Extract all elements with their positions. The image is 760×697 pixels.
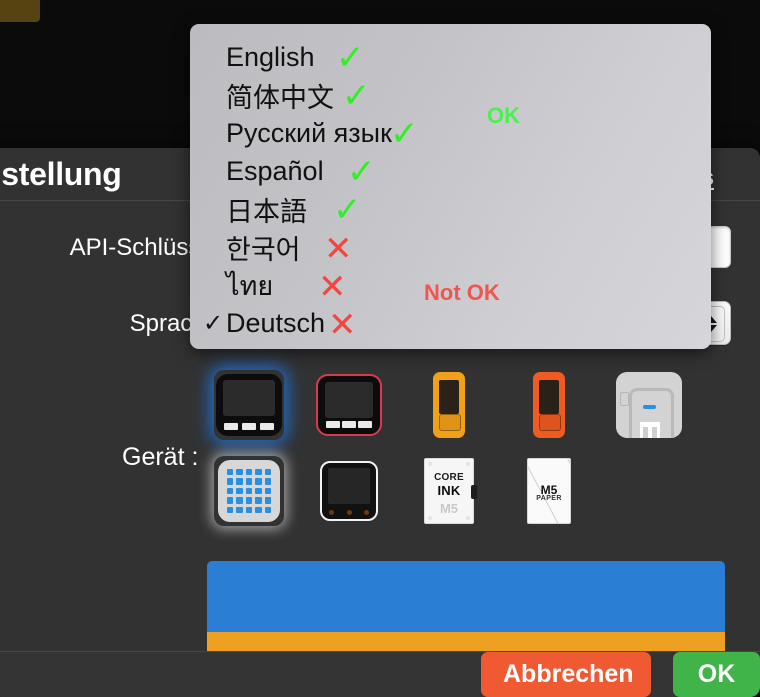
m5-core-red-icon: [316, 374, 382, 436]
annotation-ok-text: OK: [487, 103, 520, 128]
dropdown-item-label: Español: [226, 155, 324, 186]
preview-bar-orange: [207, 632, 725, 652]
dropdown-item-label: English: [226, 41, 315, 72]
dropdown-item-label: 한국어: [226, 234, 301, 265]
core-ink-caption-bottom: M5: [439, 501, 459, 516]
m5-core-icon: [216, 374, 282, 436]
button-strip-icon: [224, 423, 274, 430]
selected-check-icon: ✓: [202, 309, 224, 337]
device-m5-station[interactable]: [614, 370, 684, 440]
button-dots-icon: [329, 510, 369, 515]
page-title: nstellung: [0, 156, 122, 192]
dropdown-item-thai[interactable]: ไทย: [200, 266, 273, 304]
screen-icon: [325, 382, 373, 418]
button-icon: [539, 414, 561, 431]
annotation-cross-icon: ✕: [318, 268, 347, 306]
device-m5-core-red[interactable]: [314, 370, 384, 440]
m5-stick-red-icon: [533, 372, 565, 438]
annotation-check-icon: ✓: [347, 153, 376, 191]
dropdown-item-english[interactable]: English: [200, 38, 315, 76]
device-m5-core-blue[interactable]: [214, 370, 284, 440]
button-strip-icon: [326, 421, 372, 428]
annotation-check-icon: ✓: [390, 115, 419, 153]
device-m5-atom-matrix[interactable]: [214, 456, 284, 526]
annotation-cross-icon: ✕: [328, 306, 357, 344]
core-ink-caption-top: CORE: [434, 472, 464, 483]
paper-caption-bottom: PAPER: [536, 495, 562, 502]
device-label: Gerät :: [122, 443, 199, 471]
corner-color-swatch: [0, 0, 40, 22]
dropdown-item-label: 日本語: [226, 196, 307, 227]
dropdown-item-german[interactable]: ✓ Deutsch: [200, 304, 325, 342]
knob-icon: [471, 485, 477, 499]
language-label: Sprache: [129, 310, 219, 337]
screen-icon: [223, 380, 275, 416]
cancel-button[interactable]: Abbrechen: [481, 652, 651, 697]
m5-stick-orange-icon: [433, 372, 465, 438]
led-icon: [643, 405, 656, 409]
dropdown-item-japanese[interactable]: 日本語: [200, 190, 307, 228]
dropdown-item-label: Deutsch: [226, 307, 326, 338]
m5-core2-icon: [320, 461, 378, 521]
device-m5-core-ink[interactable]: CORE INK M5: [414, 456, 484, 526]
device-m5-stick-red[interactable]: [514, 370, 584, 440]
screen-icon: [439, 380, 459, 414]
dropdown-item-korean[interactable]: 한국어: [200, 228, 301, 266]
dropdown-item-label: Русский язык: [226, 117, 392, 148]
dropdown-item-russian[interactable]: Русский язык: [200, 114, 392, 152]
annotation-not-ok-text: Not OK: [424, 280, 500, 305]
m5-core-ink-icon: CORE INK M5: [424, 458, 477, 524]
device-m5-core2[interactable]: [314, 456, 384, 526]
device-row-1: [214, 370, 684, 440]
preview-bar-blue: [207, 561, 725, 634]
plug-icon: [640, 422, 660, 438]
m5-paper-icon: M5 PAPER: [527, 458, 571, 524]
device-m5-paper[interactable]: M5 PAPER: [514, 456, 584, 526]
annotation-check-icon: ✓: [336, 39, 365, 77]
screen-icon: [539, 380, 559, 414]
core-ink-caption-mid: INK: [437, 483, 461, 498]
device-row-2: CORE INK M5 M5 PAPER: [214, 456, 584, 526]
annotation-cross-icon: ✕: [324, 230, 353, 268]
dialog-footer: Abbrechen OK: [0, 651, 760, 697]
dropdown-item-chinese[interactable]: 简体中文: [200, 76, 334, 114]
dropdown-item-spanish[interactable]: Español: [200, 152, 324, 190]
ok-button[interactable]: OK: [673, 652, 760, 697]
led-matrix-icon: [227, 469, 271, 513]
port-icon: [620, 392, 629, 406]
device-m5-stick-orange[interactable]: [414, 370, 484, 440]
api-key-label: API-Schlüssel: [69, 234, 219, 261]
dropdown-item-label: 简体中文: [226, 82, 334, 113]
annotation-check-icon: ✓: [333, 191, 362, 229]
dropdown-item-label: ไทย: [226, 270, 274, 301]
annotation-check-icon: ✓: [342, 77, 371, 115]
m5-station-icon: [616, 372, 682, 438]
screen-icon: [328, 468, 370, 504]
button-icon: [439, 414, 461, 431]
m5-atom-matrix-icon: [218, 460, 280, 522]
language-dropdown-popup[interactable]: English 简体中文 Русский язык Español 日本語 한국…: [190, 24, 711, 349]
